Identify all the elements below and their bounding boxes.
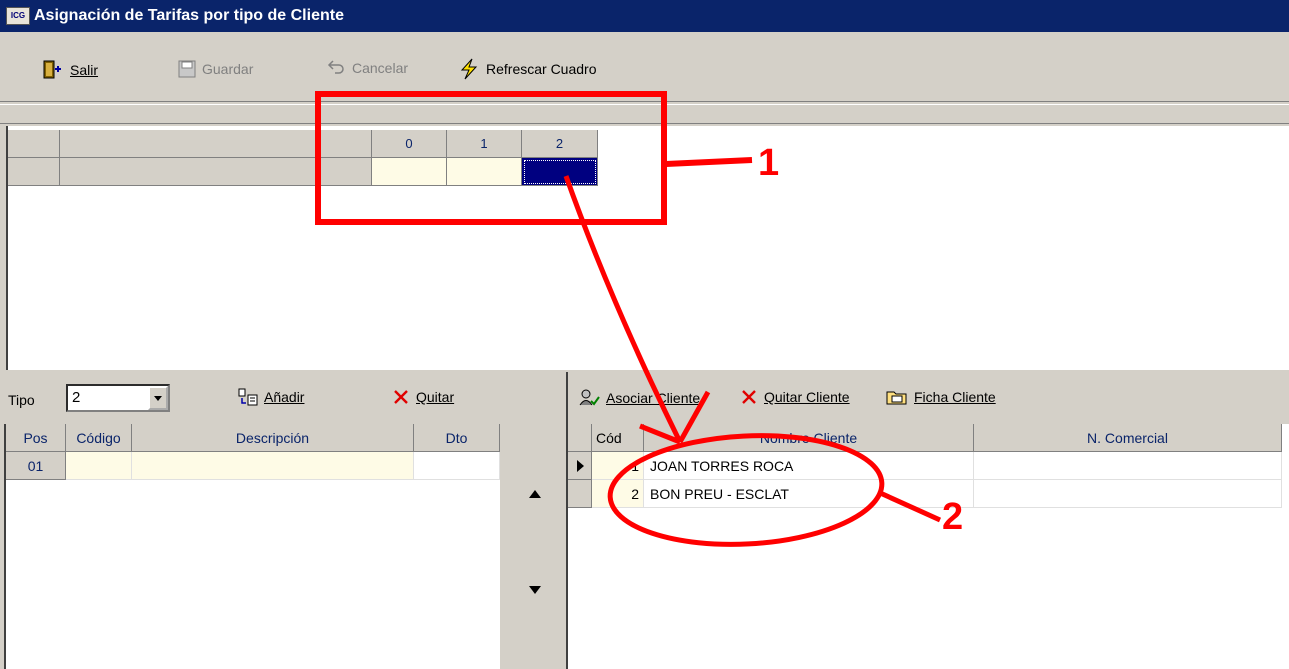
triangle-down-icon	[529, 586, 541, 594]
splitter-strip	[0, 104, 1289, 124]
grid-col-0-header[interactable]: 0	[372, 130, 447, 158]
quitar-cliente-label: Quitar Cliente	[764, 389, 850, 405]
guardar-label: Guardar	[202, 61, 254, 77]
row-1-comercial[interactable]	[974, 452, 1282, 480]
ficha-cliente-label: Ficha Cliente	[914, 389, 996, 405]
row-2-indicator[interactable]	[568, 480, 592, 508]
col-dto-header[interactable]: Dto	[414, 424, 500, 452]
exit-door-icon	[43, 60, 61, 79]
clientes-panel: Asociar Cliente Quitar Cliente Ficha Cli…	[566, 372, 1289, 669]
annotation-label-1: 1	[758, 142, 780, 184]
asociar-cliente-label: Asociar Cliente	[606, 390, 701, 406]
user-check-icon	[579, 389, 600, 406]
row-2-nombre[interactable]: BON PREU - ESCLAT	[644, 480, 974, 508]
quitar-cliente-button[interactable]: Quitar Cliente	[740, 388, 850, 406]
row-1-cod[interactable]: 1	[592, 452, 644, 480]
grid-header-blank	[60, 130, 372, 158]
grid-col-2-header[interactable]: 2	[522, 130, 598, 158]
col-descripcion-header[interactable]: Descripción	[132, 424, 414, 452]
grid-cell-0[interactable]	[372, 158, 447, 186]
move-up-button[interactable]	[528, 486, 542, 502]
anadir-button[interactable]: Añadir	[238, 388, 304, 406]
col-codigo-header[interactable]: Código	[66, 424, 132, 452]
tipo-dropdown-button[interactable]	[148, 386, 168, 410]
tipo-select-value: 2	[72, 389, 81, 406]
chevron-down-icon	[154, 396, 162, 401]
salir-label: Salir	[70, 62, 99, 78]
triangle-up-icon	[529, 490, 541, 498]
lightning-icon	[460, 58, 478, 80]
cancelar-label: Cancelar	[352, 60, 409, 76]
row-1-indicator[interactable]	[568, 452, 592, 480]
cancelar-button[interactable]: Cancelar	[326, 60, 408, 76]
row-1-nombre[interactable]: JOAN TORRES ROCA	[644, 452, 974, 480]
current-row-arrow-icon	[576, 460, 584, 472]
ficha-cliente-button[interactable]: Ficha Cliente	[886, 388, 996, 406]
grid-cell-2-selected[interactable]	[522, 158, 598, 186]
row-2-comercial[interactable]	[974, 480, 1282, 508]
add-item-icon	[238, 388, 258, 406]
anadir-label: Añadir	[264, 389, 305, 405]
tipo-label: Tipo	[8, 392, 35, 408]
close-x-icon	[394, 390, 408, 404]
row-descripcion-cell[interactable]	[132, 452, 414, 480]
toolbar: Salir Guardar Cancelar Refrescar Cuadro	[0, 32, 1289, 102]
refrescar-label: Refrescar Cuadro	[486, 61, 597, 77]
row-dto-cell[interactable]	[414, 452, 500, 480]
refrescar-button[interactable]: Refrescar Cuadro	[458, 58, 597, 80]
close-x-icon	[742, 390, 756, 404]
col-cod-header[interactable]: Cód	[592, 424, 644, 452]
clientes-grid[interactable]: Cód Nombre Cliente N. Comercial 1 JOAN T…	[568, 424, 1289, 669]
annotation-label-2: 2	[942, 496, 964, 538]
grid-indicator-header	[568, 424, 592, 452]
folder-card-icon	[886, 391, 907, 405]
col-comercial-header[interactable]: N. Comercial	[974, 424, 1282, 452]
row-codigo-cell[interactable]	[66, 452, 132, 480]
tarifas-grid[interactable]: 0 1 2	[6, 126, 1289, 370]
undo-icon	[327, 60, 344, 74]
grid-col-1-header[interactable]: 1	[447, 130, 522, 158]
row-pos-cell[interactable]: 01	[6, 452, 66, 480]
window-title: Asignación de Tarifas por tipo de Client…	[34, 7, 344, 24]
app-icon: ICG	[6, 7, 30, 25]
quitar-button[interactable]: Quitar	[392, 388, 454, 406]
asociar-cliente-button[interactable]: Asociar Cliente	[578, 388, 700, 408]
tipo-select[interactable]: 2	[66, 384, 170, 412]
row-2-cod[interactable]: 2	[592, 480, 644, 508]
guardar-button[interactable]: Guardar	[178, 60, 253, 78]
col-nombre-header[interactable]: Nombre Cliente	[644, 424, 974, 452]
save-disk-icon	[178, 60, 196, 78]
salir-button[interactable]: Salir	[42, 60, 98, 80]
grid-row-label	[60, 158, 372, 186]
quitar-label: Quitar	[416, 389, 455, 405]
tarifa-lines-grid[interactable]: Pos Código Descripción Dto 01	[4, 424, 500, 669]
grid-row-header	[8, 158, 60, 186]
col-pos-header[interactable]: Pos	[6, 424, 66, 452]
grid-corner-header	[8, 130, 60, 158]
grid-cell-1[interactable]	[447, 158, 522, 186]
tipo-panel: Tipo 2 Añadir Quitar Pos Código Descripc…	[0, 372, 560, 669]
move-down-button[interactable]	[528, 582, 542, 598]
